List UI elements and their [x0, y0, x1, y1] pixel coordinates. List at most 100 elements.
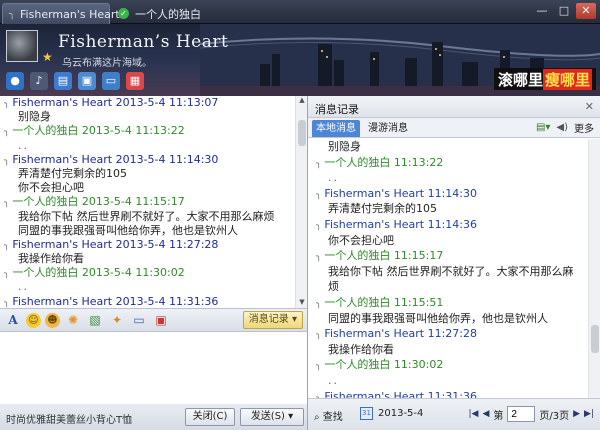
message-sender-time: Fisherman's Heart 2013-5-4 11:31:36	[12, 294, 219, 308]
message-emoticon: ..	[18, 138, 29, 152]
sender-tick-icon: ╮	[316, 158, 322, 169]
close-history-icon[interactable]: ✕	[585, 100, 594, 113]
chat-message-list: ╮ Fisherman's Heart 2013-5-4 11:13:07 别隐身 ╮…	[0, 96, 296, 308]
maximize-button[interactable]: □	[554, 3, 574, 19]
message-sender-time: 一个人的独白 11:15:17	[324, 249, 444, 263]
emoji-icon[interactable]: ☺	[26, 312, 41, 328]
history-button-label: 消息记录	[248, 314, 289, 325]
scroll-up-arrow-icon[interactable]: ▲	[296, 96, 307, 106]
ad-text-link[interactable]: 时尚优雅甜美蕾丝小背心T恤	[6, 411, 132, 426]
avatar[interactable]	[6, 30, 38, 62]
first-page-icon[interactable]: |◀	[468, 409, 478, 419]
banner-text-white: 滚哪里	[497, 70, 543, 89]
sender-tick-icon: ╮	[316, 189, 322, 200]
history-message-list[interactable]: 别隐身 ╮ 一个人的独白 11:13:22.. ╮ Fisherman's Heart …	[308, 139, 588, 398]
share-screen-icon[interactable]: ▭	[102, 72, 120, 90]
message-header: ╮ Fisherman's Heart 11:31:36	[308, 389, 588, 399]
more-link[interactable]: 更多	[574, 120, 594, 135]
message-input[interactable]	[0, 332, 308, 404]
video-call-icon[interactable]: ●	[6, 72, 24, 90]
send-button[interactable]: 发送(S) ▾	[240, 408, 304, 426]
message-text: 你不会担心吧	[18, 181, 84, 195]
message-text: 烦	[328, 280, 339, 294]
screenshot-icon[interactable]: ▭	[130, 311, 148, 329]
tab-local-messages[interactable]: 本地消息	[312, 120, 360, 137]
scrollbar-thumb[interactable]	[298, 120, 306, 146]
message-text: 我操作给你看	[328, 342, 394, 356]
scroll-down-arrow-icon[interactable]: ▼	[296, 298, 307, 308]
message-sender-time: 一个人的独白 2013-5-4 11:15:17	[12, 195, 185, 209]
message-sender-time: Fisherman's Heart 11:31:36	[324, 389, 477, 399]
tab-roaming-messages[interactable]: 漫游消息	[364, 120, 412, 137]
scrollbar-thumb[interactable]	[591, 325, 599, 353]
close-window-button[interactable]: ✕	[576, 3, 596, 19]
remote-desktop-icon[interactable]: ▣	[78, 72, 96, 90]
ad-banner[interactable]: 滚哪里 瘦哪里	[493, 68, 596, 90]
history-tools: ▤▾ ◀) 更多	[536, 120, 594, 135]
history-date: 2013-5-4	[378, 408, 424, 419]
format-toolbar: A ☺ ☻ ✺ ▧ ✦ ▭ ▣ 消息记录 ▾	[0, 308, 308, 332]
message-header: ╮ 一个人的独白 11:30:02	[308, 357, 588, 373]
prev-page-icon[interactable]: ◀	[482, 409, 489, 419]
find-label: 查找	[322, 412, 343, 423]
page-suffix: 页/3页	[539, 410, 570, 422]
minimize-button[interactable]: —	[532, 3, 552, 19]
message-history-button[interactable]: 消息记录 ▾	[242, 311, 303, 329]
microphone-icon[interactable]: ♪	[30, 72, 48, 90]
sender-tick-icon: ╮	[4, 297, 10, 308]
search-icon: ⌕	[314, 412, 320, 423]
sender-tick-icon: ╮	[316, 330, 322, 341]
message-sender-time: Fisherman's Heart 2013-5-4 11:27:28	[12, 237, 219, 251]
message-manager-icon[interactable]: ▤▾	[536, 122, 550, 133]
gift-icon[interactable]: ✦	[108, 311, 126, 329]
message-text: 别隐身	[328, 140, 361, 153]
history-scrollbar[interactable]	[588, 139, 600, 398]
last-page-icon[interactable]: ▶|	[584, 409, 594, 419]
history-panel-title: 消息记录	[315, 103, 359, 116]
message-sender-time: Fisherman's Heart 11:14:30	[324, 186, 477, 200]
message-header: ╮ 一个人的独白 2013-5-4 11:30:02	[0, 266, 296, 280]
message-sender-time: Fisherman's Heart 2013-5-4 11:14:30	[12, 152, 219, 166]
message-emoticon: ..	[328, 373, 339, 387]
header-toolbar: ● ♪ ▤ ▣ ▭ ▦	[6, 72, 144, 90]
message-emoticon: ..	[18, 280, 29, 294]
recorder-icon[interactable]: ▣	[152, 311, 170, 329]
tab-yigeren-dubai[interactable]: ✓ 一个人的独白	[112, 3, 277, 24]
message-text: 弄清楚付完剩余的105	[328, 202, 437, 216]
sender-tick-icon: ╮	[4, 240, 10, 251]
message-text: 我给你下帖 然后世界刷不就好了。大家不用那么麻烦	[18, 209, 275, 223]
sender-tick-icon: ╮	[4, 99, 10, 109]
magic-emoji-icon[interactable]: ☻	[45, 312, 60, 328]
message-text: 我操作给你看	[18, 252, 84, 266]
contact-signature: 乌云布满这片海域。	[62, 58, 152, 69]
send-button-label: 发送(S)	[250, 411, 285, 422]
calendar-icon[interactable]: 31	[360, 407, 373, 420]
speaker-icon[interactable]: ◀)	[556, 122, 568, 133]
chat-header: ★ Fisherman’s Heart 乌云布满这片海域。 滚哪里 瘦哪里 ● …	[0, 24, 600, 96]
find-button[interactable]: ⌕ 查找	[314, 408, 343, 423]
message-header: ╮ Fisherman's Heart 2013-5-4 11:31:36	[0, 295, 296, 308]
next-page-icon[interactable]: ▶	[573, 409, 580, 419]
contact-name: Fisherman’s Heart	[58, 32, 229, 52]
message-sender-time: Fisherman's Heart 2013-5-4 11:13:07	[12, 96, 219, 109]
history-panel-header: 消息记录 ✕	[308, 96, 600, 118]
star-icon: ★	[42, 50, 53, 64]
message-text: 我给你下帖 然后世界刷不就好了。大家不用那么麻	[328, 264, 574, 278]
tab-label: 一个人的独白	[135, 7, 201, 21]
status-tick-icon: ╮	[9, 8, 16, 20]
nudge-icon[interactable]: ✺	[64, 311, 82, 329]
close-chat-button[interactable]: 关闭(C)	[185, 408, 235, 426]
tab-fishermans-heart[interactable]: ╮ Fisherman's Heart	[2, 3, 120, 24]
tab-label: Fisherman's Heart	[20, 7, 120, 21]
chat-message-area[interactable]: ╮ Fisherman's Heart 2013-5-4 11:13:07 别隐身 ╮…	[0, 96, 308, 308]
message-sender-time: 一个人的独白 2013-5-4 11:13:22	[12, 124, 185, 138]
sender-tick-icon: ╮	[316, 220, 322, 231]
apps-grid-icon[interactable]: ▦	[126, 72, 144, 90]
image-icon[interactable]: ▧	[86, 311, 104, 329]
page-number-input[interactable]	[507, 406, 536, 422]
message-text: 别隐身	[18, 110, 51, 124]
font-button[interactable]: A	[4, 311, 22, 329]
message-emoticon: ..	[328, 171, 339, 185]
file-transfer-icon[interactable]: ▤	[54, 72, 72, 90]
chat-scrollbar[interactable]: ▲ ▼	[295, 96, 307, 308]
